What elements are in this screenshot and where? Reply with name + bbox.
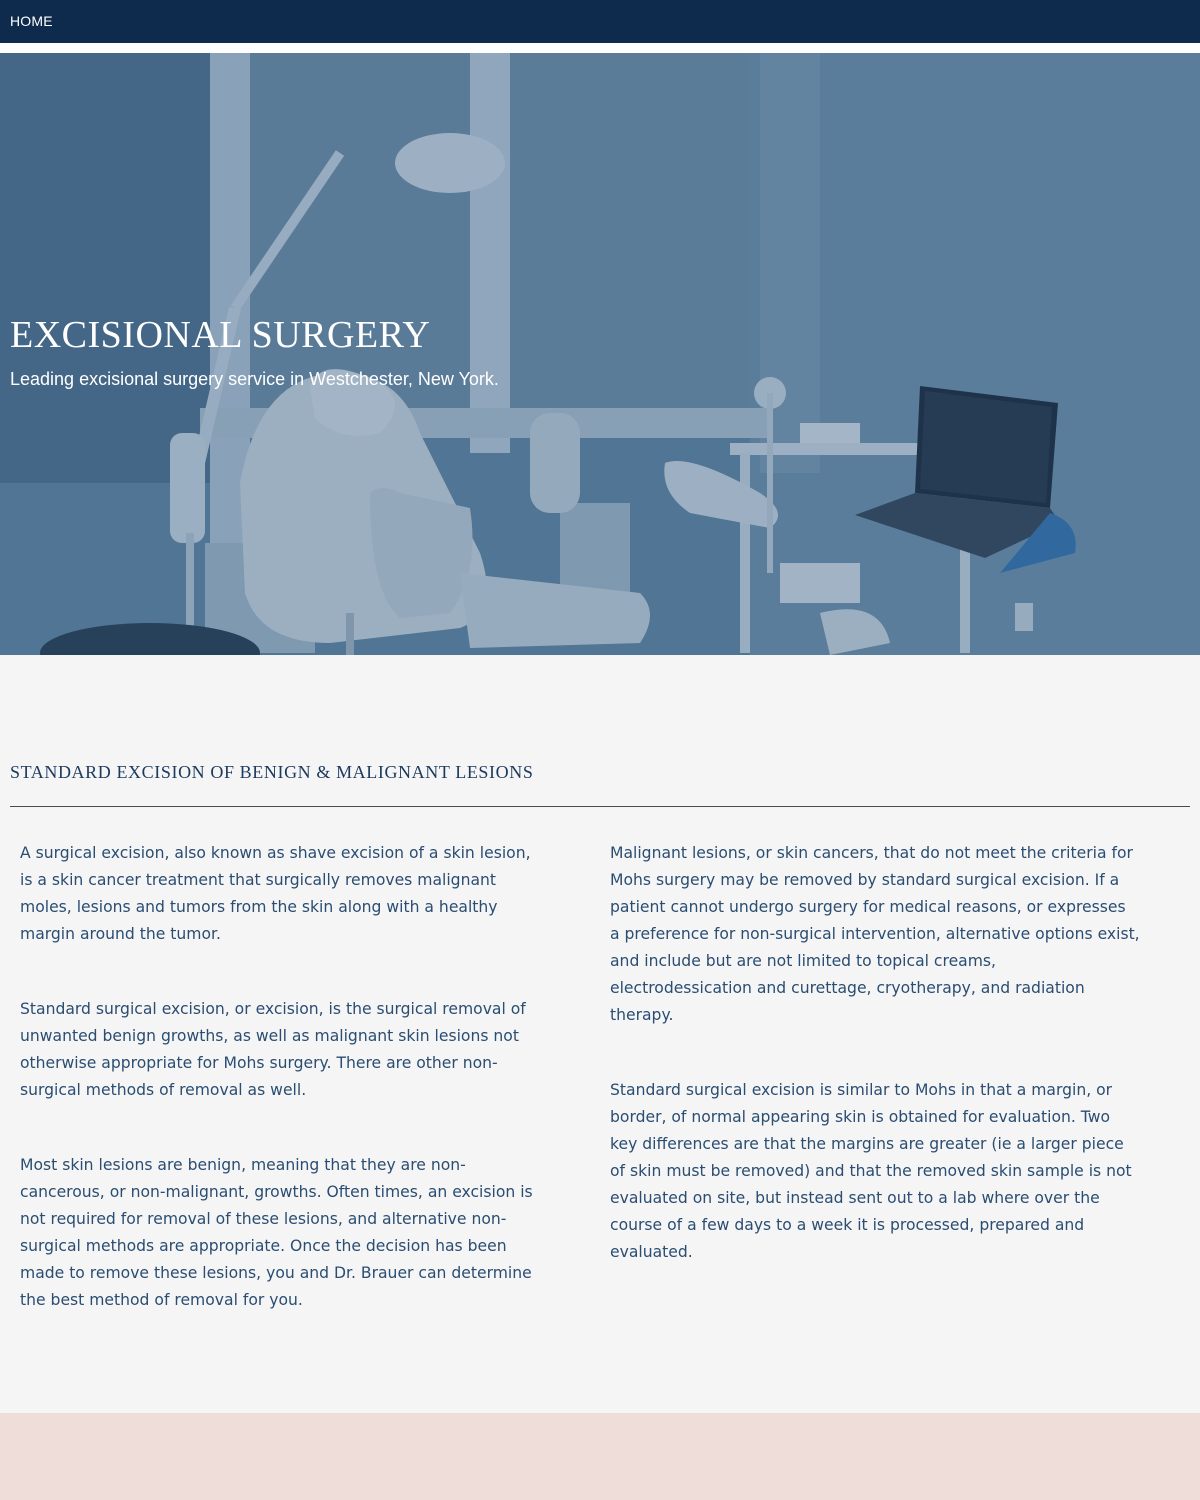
top-navigation-bar: HOME: [0, 0, 1200, 43]
paragraph: Standard surgical excision, or excision,…: [20, 1000, 526, 1099]
footer-band: [0, 1413, 1200, 1500]
section-divider: [10, 806, 1190, 807]
nav-spacer: [0, 43, 1200, 53]
paragraph: Malignant lesions, or skin cancers, that…: [610, 844, 1140, 1024]
right-text-column: Malignant lesions, or skin cancers, that…: [610, 840, 1140, 1314]
paragraph: A surgical excision, also known as shave…: [20, 844, 531, 943]
home-nav-link[interactable]: HOME: [10, 13, 53, 29]
paragraph: Standard surgical excision is similar to…: [610, 1081, 1132, 1261]
left-text-column: A surgical excision, also known as shave…: [20, 840, 545, 1362]
section-heading: STANDARD EXCISION OF BENIGN & MALIGNANT …: [10, 762, 534, 782]
hero-subtitle: Leading excisional surgery service in We…: [10, 369, 499, 389]
hero-banner: EXCISIONAL SURGERY Leading excisional su…: [0, 53, 1200, 655]
paragraph: Most skin lesions are benign, meaning th…: [20, 1156, 533, 1309]
hero-title: EXCISIONAL SURGERY: [10, 314, 431, 356]
